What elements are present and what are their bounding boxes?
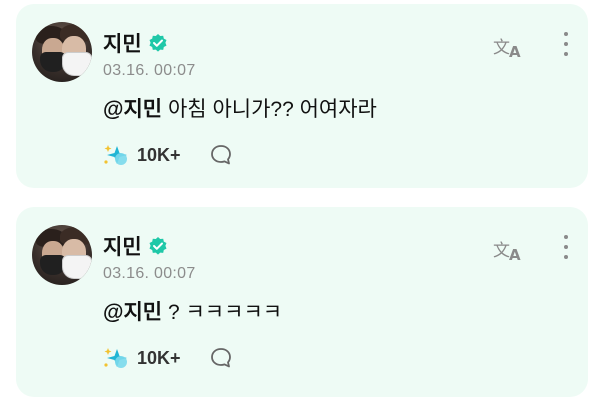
comment-bubble-icon[interactable] — [209, 346, 233, 370]
verified-badge-icon — [149, 34, 167, 52]
message-text: 아침 아니가?? 어여자라 — [167, 98, 377, 121]
translate-icon[interactable]: 文 A — [492, 237, 524, 263]
avatar-mask-white — [62, 52, 92, 76]
post-card[interactable]: 지민 03.16. 00:07 @지민 아침 아니가?? 어여자라 文 A 10… — [16, 4, 588, 188]
author-name[interactable]: 지민 — [103, 231, 142, 261]
avatar-mask-white — [62, 255, 92, 279]
reaction-count: 10K+ — [137, 144, 181, 165]
comment-bubble-icon[interactable] — [209, 143, 233, 167]
author-name-row: 지민 — [103, 231, 168, 261]
avatar[interactable] — [32, 22, 92, 82]
post-message: @지민 아침 아니가?? 어여자라 — [103, 93, 377, 123]
sparkle-reaction-icon[interactable] — [103, 142, 131, 168]
post-timestamp: 03.16. 00:07 — [103, 62, 196, 79]
svg-text:A: A — [509, 246, 521, 263]
reaction-bar: 10K+ — [103, 345, 233, 371]
svg-text:文: 文 — [493, 38, 510, 58]
verified-badge-icon — [149, 237, 167, 255]
translate-icon[interactable]: 文 A — [492, 34, 524, 60]
post-message: @지민 ? ㅋㅋㅋㅋㅋ — [103, 296, 282, 326]
more-vertical-icon[interactable] — [562, 32, 570, 62]
svg-text:A: A — [509, 43, 521, 60]
avatar[interactable] — [32, 225, 92, 285]
reaction-bar: 10K+ — [103, 142, 233, 168]
mention-link[interactable]: @지민 — [103, 301, 162, 324]
author-name[interactable]: 지민 — [103, 28, 142, 58]
author-name-row: 지민 — [103, 28, 168, 58]
mention-link[interactable]: @지민 — [103, 98, 162, 121]
message-text: ? ㅋㅋㅋㅋㅋ — [167, 301, 283, 324]
post-timestamp: 03.16. 00:07 — [103, 265, 196, 282]
post-card[interactable]: 지민 03.16. 00:07 @지민 ? ㅋㅋㅋㅋㅋ 文 A 10K+ — [16, 207, 588, 397]
sparkle-reaction-icon[interactable] — [103, 345, 131, 371]
svg-text:文: 文 — [493, 241, 510, 261]
more-vertical-icon[interactable] — [562, 235, 570, 265]
reaction-count: 10K+ — [137, 347, 181, 368]
